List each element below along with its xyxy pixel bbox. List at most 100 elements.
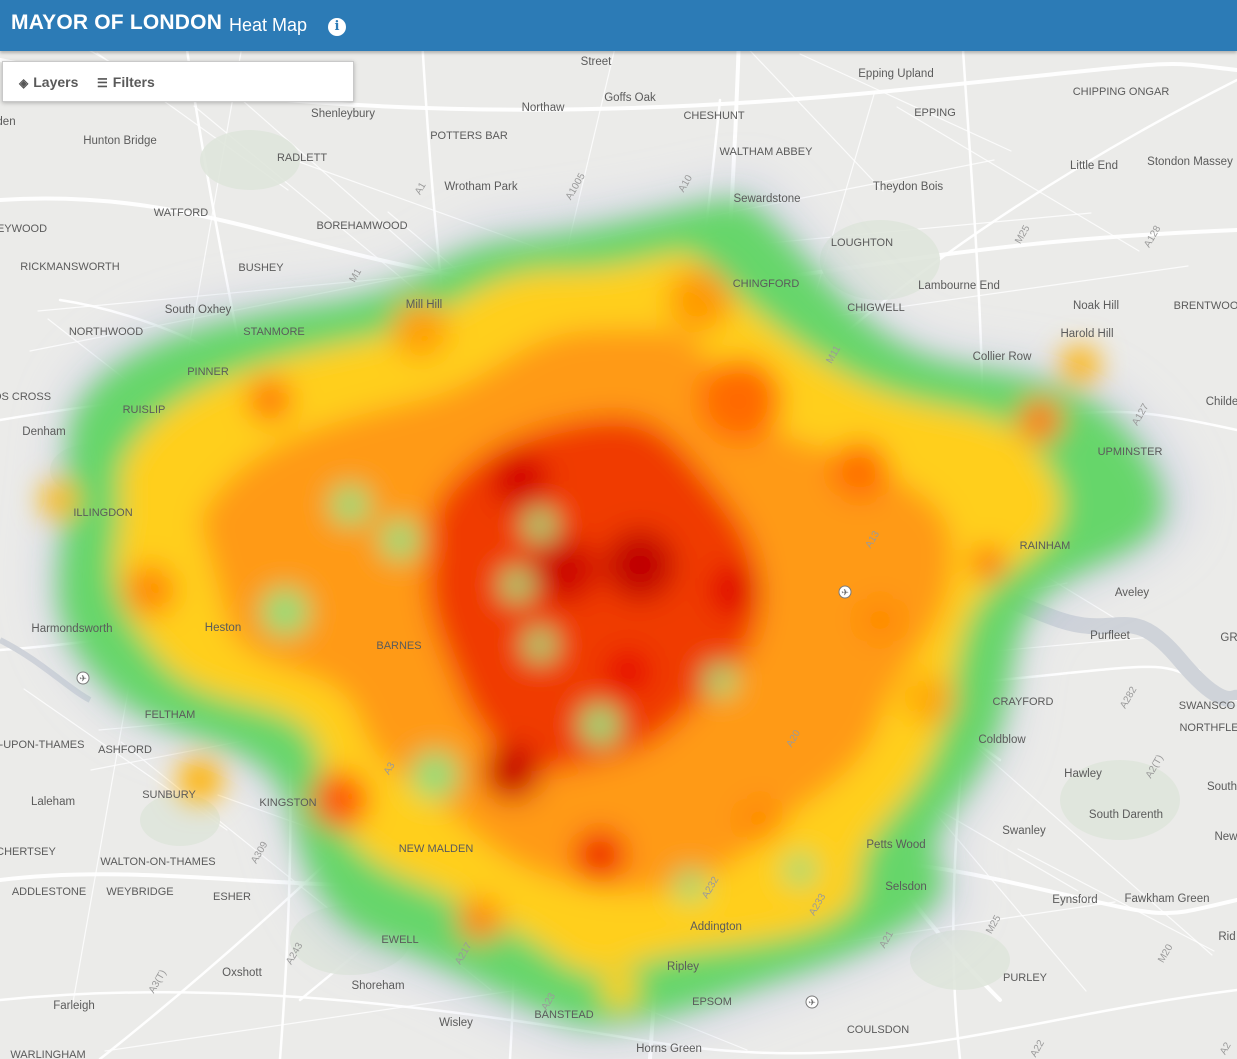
place-label: RADLETT [277,152,327,164]
heat-cool-spot [580,705,620,745]
place-label: Addington [690,921,742,933]
place-label: OS CROSS [0,391,51,403]
place-label: NORTHFLE [1179,722,1237,734]
place-label: South [1207,781,1237,793]
place-label: Wisley [439,1017,473,1029]
place-label: ESHER [213,891,251,903]
heat-hotspot [533,538,597,602]
place-label: South Oxhey [165,304,232,316]
place-label: ADDLESTONE [12,886,86,898]
heat-cool-spot [524,509,556,541]
place-label: Little End [1070,160,1118,172]
place-label: Heston [205,622,241,634]
heat-hotspot [483,743,541,801]
map-controls-panel: ◈ Layers ☰ Filters [2,61,354,102]
place-label: Stondon Massey [1147,156,1233,168]
place-label: Swanley [1002,825,1046,837]
place-label: LOUGHTON [831,237,893,249]
place-label: RAINHAM [1020,540,1071,552]
place-label: Harold Hill [1060,328,1113,340]
heat-hotspot [698,358,782,442]
place-label: Coldblow [978,734,1026,746]
place-label: Wrotham Park [444,181,518,193]
place-label: Petts Wood [866,839,925,851]
airport-icon-glyph: ✈ [808,999,816,1009]
place-label: WALTON-ON-THAMES [100,856,215,868]
place-label: Ripley [667,961,699,973]
place-label: EYWOOD [0,223,47,235]
place-label: Shenleybury [311,108,375,120]
layers-label: Layers [33,74,79,90]
place-label: BUSHEY [238,262,284,274]
place-label: CHESHUNT [683,110,744,122]
heat-hotspot [972,547,1004,579]
place-label: POTTERS BAR [430,130,508,142]
airport-icon-glyph: ✈ [841,589,849,599]
place-label: Shoreham [351,980,404,992]
heat-hotspot [311,771,369,829]
place-label: WEYBRIDGE [106,886,173,898]
place-label: Epping Upland [858,68,933,80]
place-label: STANMORE [243,326,305,338]
park-area [910,930,1010,990]
heat-hotspot [857,597,903,643]
place-label: Theydon Bois [873,181,944,193]
place-label: Hawley [1064,768,1102,780]
place-label: ASHFORD [98,744,152,756]
heat-hotspot [904,674,956,726]
place-label: Sewardstone [733,193,800,205]
brand-title: MAYOR OF LONDON [11,11,223,34]
heat-cool-spot [784,854,816,886]
place-label: Lambourne End [918,280,1000,292]
filters-label: Filters [112,74,155,90]
place-label: CHERTSEY [0,846,57,858]
heat-cool-spot [411,751,459,799]
place-label: COULSDON [847,1024,909,1036]
heat-hotspot [574,829,626,881]
place-label: -UPON-THAMES [0,739,84,751]
place-label: Eynsford [1052,894,1097,906]
place-label: RICKMANSWORTH [20,261,119,273]
place-label: PURLEY [1003,972,1048,984]
heat-hotspot [600,970,640,1010]
place-label: den [0,116,16,128]
place-label: EPSOM [692,996,732,1008]
place-label: PINNER [187,366,229,378]
place-label: EWELL [381,934,418,946]
place-label: CHIGWELL [847,302,904,314]
heat-hotspot [668,268,732,332]
place-label: Laleham [31,796,75,808]
place-label: FELTHAM [145,709,196,721]
place-label: CRAYFORD [993,696,1054,708]
airport-icon-glyph: ✈ [79,675,87,685]
place-label: Denham [22,426,65,438]
place-label: BARNES [376,640,421,652]
heat-map[interactable]: Street Epping Upland CHIPPING ONGAR den Goff… [0,0,1237,1059]
heat-cool-spot [380,520,420,560]
page-subtitle: Heat Map [229,15,308,35]
place-label: CHIPPING ONGAR [1073,86,1170,98]
layers-button[interactable]: ◈ Layers [19,74,78,90]
heat-hotspot [1017,397,1063,443]
place-label: Street [581,56,612,68]
place-label: Horns Green [636,1043,702,1055]
place-label: WALTHAM ABBEY [720,146,814,158]
layers-icon: ◈ [19,76,29,90]
heat-hotspot [1060,345,1100,385]
place-label: KINGSTON [259,797,316,809]
place-label: SUNBURY [142,789,196,801]
filters-button[interactable]: ☰ Filters [97,74,155,90]
place-label: ILLINGDON [73,507,132,519]
place-label: NORTHWOOD [69,326,143,338]
heat-hotspot [457,897,503,943]
heat-hotspot [737,797,783,843]
heat-hotspot [709,564,761,616]
place-label: UPMINSTER [1098,446,1163,458]
heat-cool-spot [330,485,370,525]
place-label: SWANSCO [1179,700,1236,712]
info-icon[interactable]: i [328,18,346,36]
place-label: BOREHAMWOOD [316,220,407,232]
place-label: Fawkham Green [1124,893,1209,905]
place-label: Aveley [1115,587,1150,599]
place-label: CHINGFORD [733,278,800,290]
